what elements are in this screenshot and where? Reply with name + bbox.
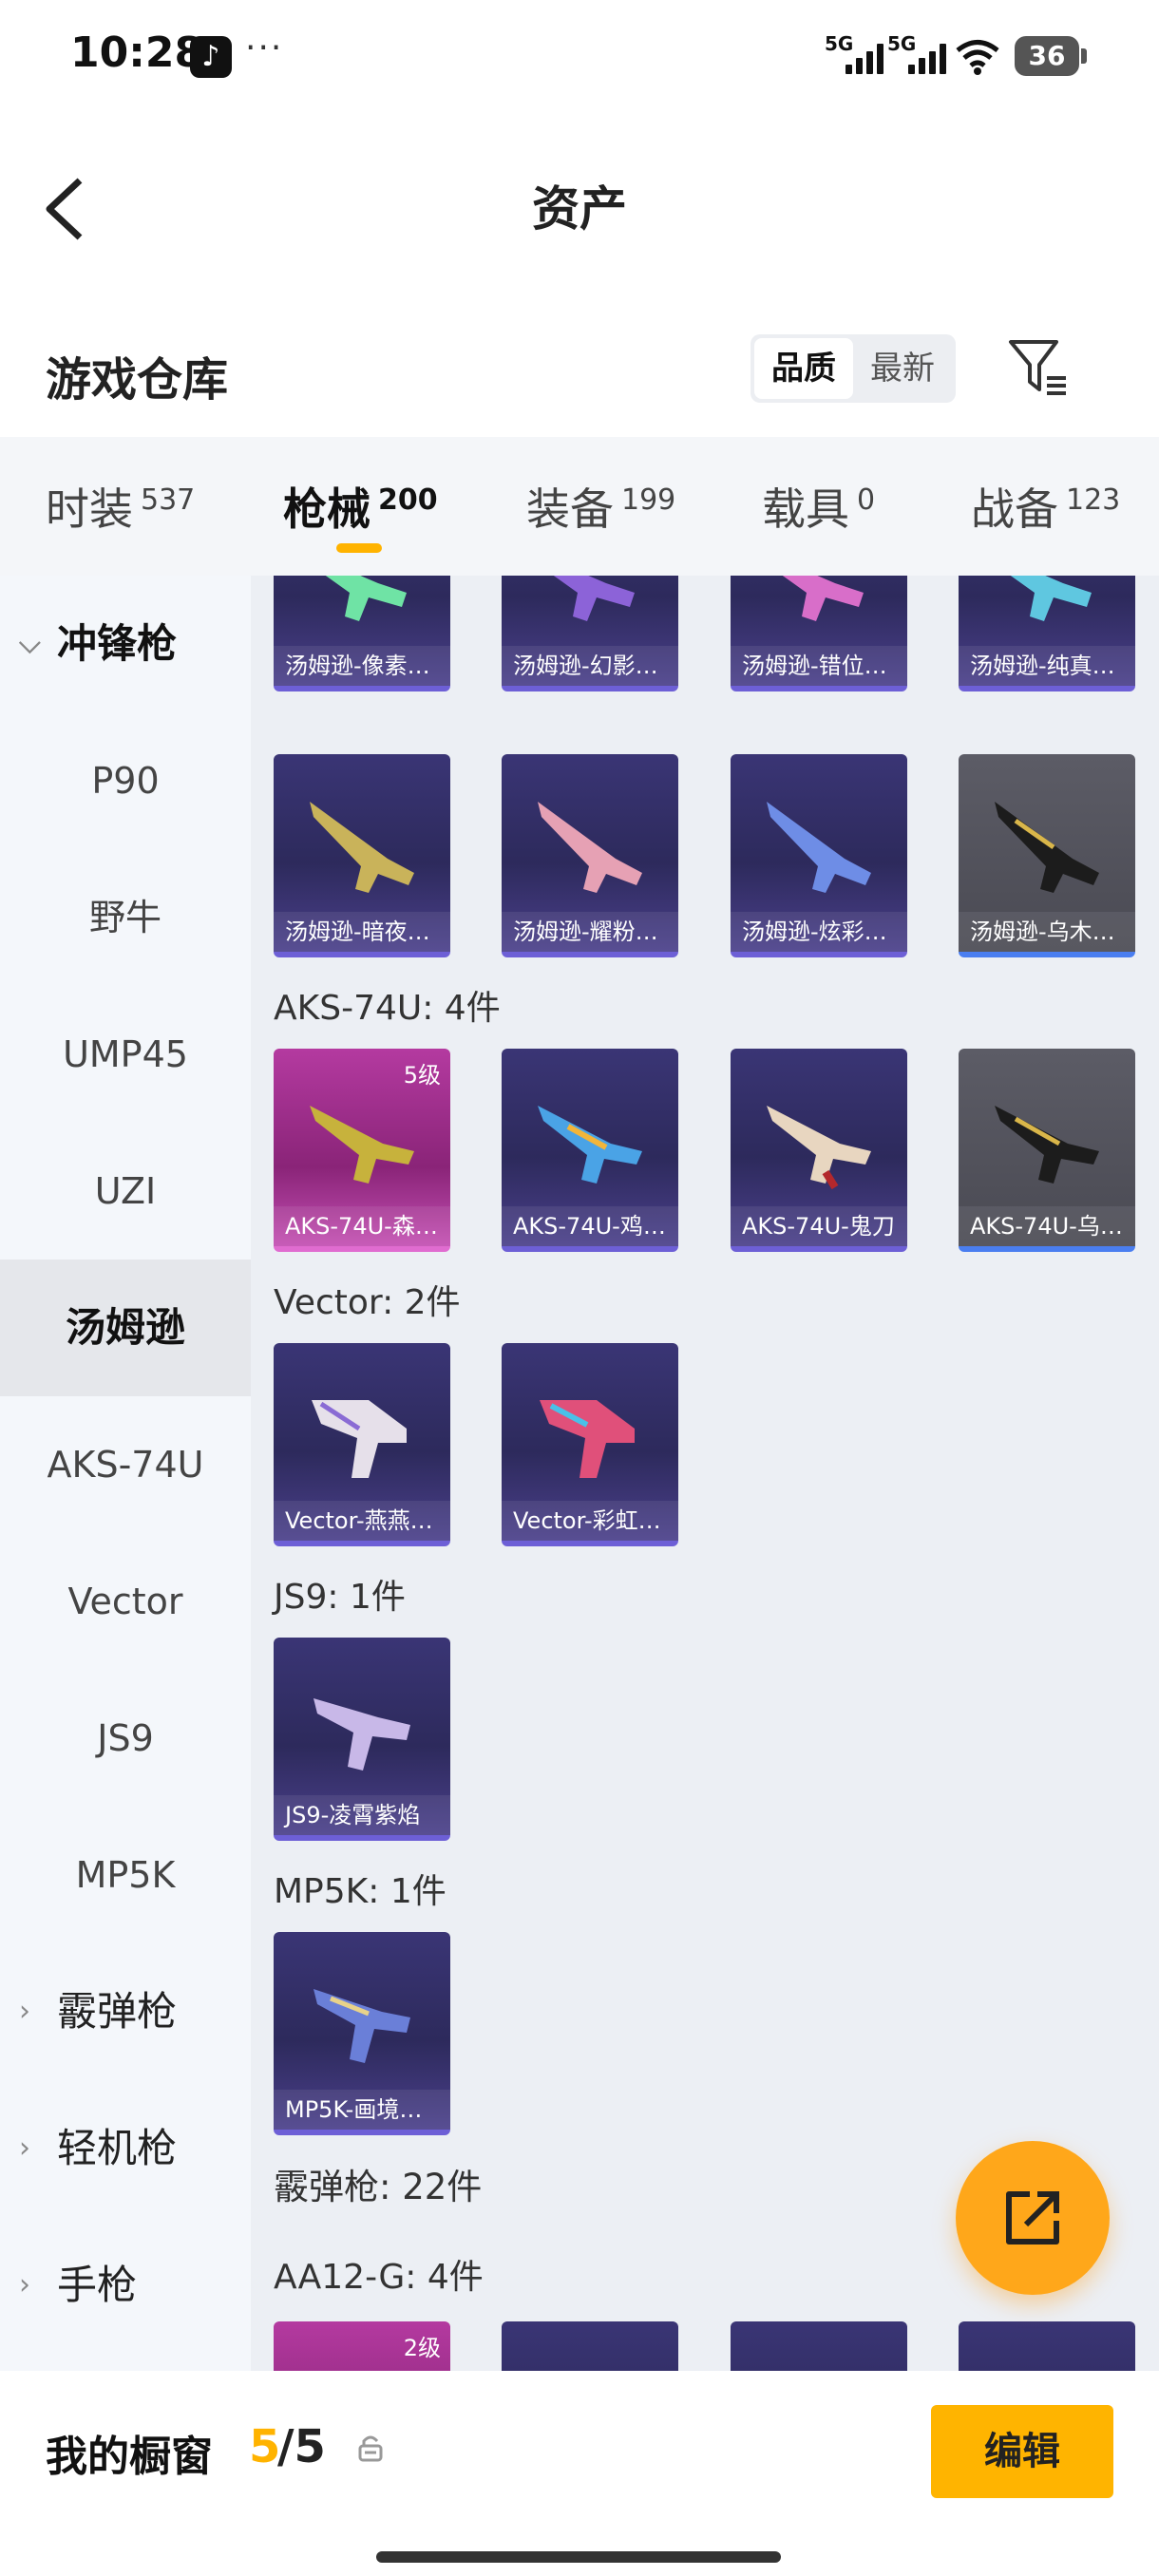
gun-skin-icon [540, 1400, 635, 1478]
signal-bars-icon [846, 42, 884, 74]
sidebar: ⌵ 冲锋枪 P90 野牛 UMP45 UZI 汤姆逊 AKS-74U Vector… [0, 576, 251, 2371]
item-card[interactable]: 汤姆逊-耀粉… [502, 754, 678, 957]
section-header-aa12: AA12-G: 4件 [274, 2258, 484, 2297]
section-header-aks74u: AKS-74U: 4件 [274, 989, 501, 1028]
gun-skin-icon [314, 1698, 410, 1771]
sidebar-category-smg[interactable]: ⌵ 冲锋枪 [0, 576, 251, 712]
item-card[interactable]: Vector-彩虹… [502, 1343, 678, 1546]
lock-icon [358, 2435, 383, 2462]
item-card[interactable]: 汤姆逊-幻影… [502, 576, 678, 691]
item-card[interactable] [959, 2321, 1135, 2371]
status-time: 10:28 [70, 28, 204, 77]
gun-skin-icon [325, 576, 407, 621]
sidebar-category-pistol[interactable]: › 手枪 [0, 2217, 251, 2354]
tiktok-icon: ♪ [190, 36, 232, 78]
gun-skin-icon [312, 1400, 407, 1478]
sidebar-item-aks74u[interactable]: AKS-74U [0, 1396, 251, 1533]
gun-skin-icon [767, 802, 871, 893]
active-tab-indicator [336, 543, 382, 553]
tab-guns[interactable]: 枪械 200 [283, 475, 438, 538]
sidebar-item-bison[interactable]: 野牛 [0, 849, 251, 986]
wifi-icon [956, 40, 999, 75]
item-card[interactable]: 2级 [274, 2321, 450, 2371]
home-indicator[interactable] [376, 2551, 781, 2563]
item-card[interactable]: 汤姆逊-暗夜… [274, 754, 450, 957]
category-tabs: 时装 537 枪械 200 装备 199 载具 0 战备 123 [0, 437, 1159, 576]
section-header-vector: Vector: 2件 [274, 1283, 461, 1322]
gun-skin-icon [995, 802, 1099, 893]
chevron-right-icon: › [19, 2268, 30, 2301]
page-title: 资产 [532, 181, 627, 237]
warehouse-title: 游戏仓库 [46, 353, 229, 407]
sidebar-item-ump45[interactable]: UMP45 [0, 986, 251, 1123]
item-card[interactable]: MP5K-画境… [274, 1932, 450, 2135]
tab-fashion[interactable]: 时装 537 [46, 475, 195, 538]
edit-button[interactable]: 编辑 [931, 2405, 1113, 2498]
signal-bars-icon-2 [908, 42, 946, 74]
status-bar: 10:28 ♪ ··· 5G 5G 36 [0, 0, 1159, 112]
item-card[interactable]: AKS-74U-鬼刀 [731, 1049, 907, 1252]
item-card[interactable]: 汤姆逊-错位… [731, 576, 907, 691]
showcase-count-total: /5 [277, 2420, 326, 2473]
tab-vehicles[interactable]: 载具 0 [762, 475, 875, 538]
item-card[interactable]: 汤姆逊-乌木… [959, 754, 1135, 957]
sort-quality-button[interactable]: 品质 [754, 338, 853, 399]
nav-bar: 资产 [0, 133, 1159, 275]
more-notifications-icon: ··· [245, 28, 284, 67]
sort-newest-button[interactable]: 最新 [853, 338, 952, 399]
item-card[interactable]: Vector-燕燕… [274, 1343, 450, 1546]
gun-skin-icon [553, 576, 635, 621]
warehouse-header: 游戏仓库 品质 最新 [0, 323, 1159, 437]
showcase-count-current: 5 [249, 2420, 281, 2473]
battery-icon: 36 [1015, 36, 1087, 76]
external-link-icon [1006, 2191, 1059, 2245]
gun-skin-icon [310, 1106, 414, 1184]
gun-skin-icon [538, 1106, 642, 1184]
gun-skin-icon [310, 802, 414, 893]
showcase-bar: 我的橱窗 5 /5 编辑 [0, 2371, 1159, 2576]
section-header-mp5k: MP5K: 1件 [274, 1872, 446, 1911]
item-card[interactable]: JS9-凌霄紫焰 [274, 1638, 450, 1841]
sidebar-category-shotgun[interactable]: › 霰弹枪 [0, 1943, 251, 2080]
sidebar-item-js9[interactable]: JS9 [0, 1670, 251, 1807]
sidebar-item-vector[interactable]: Vector [0, 1533, 251, 1670]
gun-skin-icon [995, 1106, 1099, 1184]
tab-battle-prep[interactable]: 战备 123 [971, 475, 1120, 538]
tab-equipment[interactable]: 装备 199 [526, 475, 675, 538]
section-header-js9: JS9: 1件 [274, 1578, 406, 1617]
share-fab-button[interactable] [956, 2141, 1110, 2295]
item-card[interactable]: 汤姆逊-像素… [274, 576, 450, 691]
item-card[interactable]: 汤姆逊-纯真… [959, 576, 1135, 691]
item-card[interactable]: 5级 AKS-74U-森… [274, 1049, 450, 1252]
sidebar-item-p90[interactable]: P90 [0, 712, 251, 849]
sidebar-category-lmg[interactable]: › 轻机枪 [0, 2080, 251, 2217]
item-card[interactable]: AKS-74U-乌… [959, 1049, 1135, 1252]
sort-toggle: 品质 最新 [750, 334, 956, 403]
item-card[interactable]: AKS-74U-鸡… [502, 1049, 678, 1252]
sidebar-item-uzi[interactable]: UZI [0, 1123, 251, 1260]
sidebar-item-mp5k[interactable]: MP5K [0, 1807, 251, 1943]
showcase-title: 我的橱窗 [46, 2433, 213, 2481]
gun-skin-icon [1010, 576, 1092, 621]
gun-skin-icon [314, 1989, 410, 2063]
section-header-shotgun: 霰弹枪: 22件 [274, 2167, 483, 2207]
level-badge: 2级 [403, 2335, 441, 2361]
item-card[interactable] [502, 2321, 678, 2371]
gun-skin-icon [538, 802, 642, 893]
gun-skin-icon [782, 576, 864, 621]
item-card[interactable] [731, 2321, 907, 2371]
chevron-right-icon: › [19, 1995, 30, 2028]
chevron-down-icon: ⌵ [19, 627, 41, 660]
sidebar-item-thompson[interactable]: 汤姆逊 [0, 1260, 251, 1396]
filter-icon[interactable] [1007, 336, 1068, 397]
chevron-right-icon: › [19, 2131, 30, 2165]
gun-skin-icon [767, 1106, 871, 1190]
item-grid: 汤姆逊-像素… 汤姆逊-幻影… 汤姆逊-错位… 汤姆逊-纯真… 汤姆逊-暗夜… … [251, 576, 1159, 2371]
item-card[interactable]: 汤姆逊-炫彩… [731, 754, 907, 957]
